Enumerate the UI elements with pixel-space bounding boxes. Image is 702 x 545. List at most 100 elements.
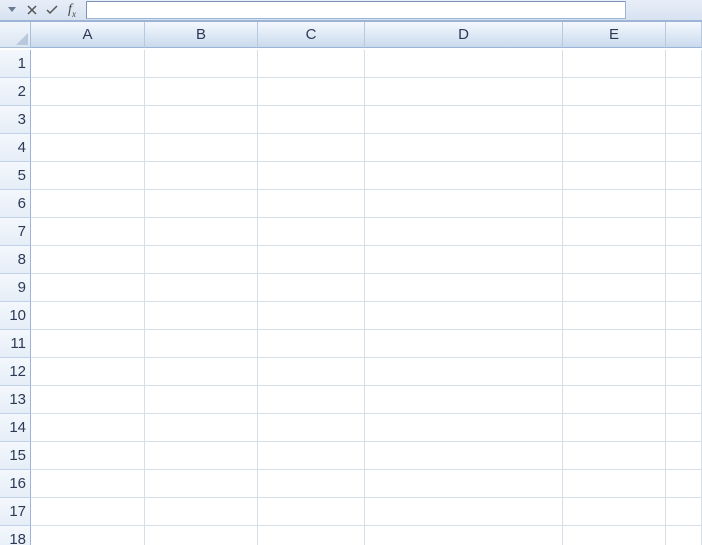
cell-a6[interactable] — [31, 190, 145, 218]
cell-f3[interactable] — [666, 106, 702, 134]
cell-a12[interactable] — [31, 358, 145, 386]
cell-d10[interactable] — [365, 302, 563, 330]
cell-c4[interactable] — [258, 134, 365, 162]
cell-e2[interactable] — [563, 78, 666, 106]
cell-b11[interactable] — [145, 330, 258, 358]
cell-b14[interactable] — [145, 414, 258, 442]
cell-e10[interactable] — [563, 302, 666, 330]
cell-d9[interactable] — [365, 274, 563, 302]
dropdown-arrow[interactable] — [2, 1, 22, 19]
cell-a10[interactable] — [31, 302, 145, 330]
cell-e3[interactable] — [563, 106, 666, 134]
cell-b6[interactable] — [145, 190, 258, 218]
cell-b1[interactable] — [145, 50, 258, 78]
row-header-8[interactable]: 8 — [0, 246, 31, 274]
cell-d16[interactable] — [365, 470, 563, 498]
cell-f14[interactable] — [666, 414, 702, 442]
row-header-1[interactable]: 1 — [0, 50, 31, 78]
cell-a8[interactable] — [31, 246, 145, 274]
formula-cancel-button[interactable] — [22, 1, 42, 19]
cell-f9[interactable] — [666, 274, 702, 302]
select-all-corner[interactable] — [0, 22, 31, 48]
cell-d3[interactable] — [365, 106, 563, 134]
row-header-15[interactable]: 15 — [0, 442, 31, 470]
cell-b5[interactable] — [145, 162, 258, 190]
cell-c3[interactable] — [258, 106, 365, 134]
cell-e16[interactable] — [563, 470, 666, 498]
formula-enter-button[interactable] — [42, 1, 62, 19]
row-header-12[interactable]: 12 — [0, 358, 31, 386]
cell-a5[interactable] — [31, 162, 145, 190]
cell-b15[interactable] — [145, 442, 258, 470]
cell-c14[interactable] — [258, 414, 365, 442]
cell-f5[interactable] — [666, 162, 702, 190]
cell-e15[interactable] — [563, 442, 666, 470]
cell-c5[interactable] — [258, 162, 365, 190]
cell-c10[interactable] — [258, 302, 365, 330]
cell-e1[interactable] — [563, 50, 666, 78]
insert-function-button[interactable]: fx — [62, 1, 82, 19]
column-header-c[interactable]: C — [258, 22, 365, 48]
cell-b7[interactable] — [145, 218, 258, 246]
cell-e9[interactable] — [563, 274, 666, 302]
cell-d8[interactable] — [365, 246, 563, 274]
cell-e8[interactable] — [563, 246, 666, 274]
cell-a4[interactable] — [31, 134, 145, 162]
row-header-17[interactable]: 17 — [0, 498, 31, 526]
cell-d13[interactable] — [365, 386, 563, 414]
row-header-13[interactable]: 13 — [0, 386, 31, 414]
cell-d1[interactable] — [365, 50, 563, 78]
cell-c13[interactable] — [258, 386, 365, 414]
cell-e14[interactable] — [563, 414, 666, 442]
cell-c6[interactable] — [258, 190, 365, 218]
cell-f7[interactable] — [666, 218, 702, 246]
column-header-d[interactable]: D — [365, 22, 563, 48]
cell-d17[interactable] — [365, 498, 563, 526]
cell-a16[interactable] — [31, 470, 145, 498]
cell-d12[interactable] — [365, 358, 563, 386]
cell-c2[interactable] — [258, 78, 365, 106]
cell-d7[interactable] — [365, 218, 563, 246]
column-header-a[interactable]: A — [31, 22, 145, 48]
cell-e4[interactable] — [563, 134, 666, 162]
cell-d5[interactable] — [365, 162, 563, 190]
column-header-b[interactable]: B — [145, 22, 258, 48]
cell-f10[interactable] — [666, 302, 702, 330]
cell-a2[interactable] — [31, 78, 145, 106]
cell-f15[interactable] — [666, 442, 702, 470]
row-header-5[interactable]: 5 — [0, 162, 31, 190]
cell-c17[interactable] — [258, 498, 365, 526]
cell-c18[interactable] — [258, 526, 365, 545]
cell-c9[interactable] — [258, 274, 365, 302]
cell-b3[interactable] — [145, 106, 258, 134]
row-header-11[interactable]: 11 — [0, 330, 31, 358]
cell-e12[interactable] — [563, 358, 666, 386]
cell-c16[interactable] — [258, 470, 365, 498]
cell-a11[interactable] — [31, 330, 145, 358]
cell-e6[interactable] — [563, 190, 666, 218]
row-header-4[interactable]: 4 — [0, 134, 31, 162]
cell-e18[interactable] — [563, 526, 666, 545]
cell-e17[interactable] — [563, 498, 666, 526]
cell-f6[interactable] — [666, 190, 702, 218]
cell-e11[interactable] — [563, 330, 666, 358]
cell-f11[interactable] — [666, 330, 702, 358]
cell-f18[interactable] — [666, 526, 702, 545]
cell-e13[interactable] — [563, 386, 666, 414]
cell-e5[interactable] — [563, 162, 666, 190]
row-header-10[interactable]: 10 — [0, 302, 31, 330]
cell-a14[interactable] — [31, 414, 145, 442]
row-header-7[interactable]: 7 — [0, 218, 31, 246]
cell-b4[interactable] — [145, 134, 258, 162]
cell-f2[interactable] — [666, 78, 702, 106]
cell-c7[interactable] — [258, 218, 365, 246]
cell-a9[interactable] — [31, 274, 145, 302]
cell-a7[interactable] — [31, 218, 145, 246]
cell-f12[interactable] — [666, 358, 702, 386]
row-header-14[interactable]: 14 — [0, 414, 31, 442]
cell-d6[interactable] — [365, 190, 563, 218]
cell-c11[interactable] — [258, 330, 365, 358]
cell-c8[interactable] — [258, 246, 365, 274]
column-header-e[interactable]: E — [563, 22, 666, 48]
cell-b10[interactable] — [145, 302, 258, 330]
